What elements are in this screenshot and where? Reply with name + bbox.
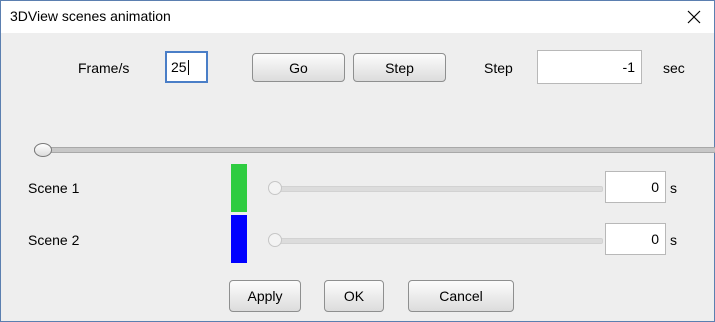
fps-value: 25: [171, 59, 187, 75]
apply-button[interactable]: Apply: [229, 280, 301, 312]
step-unit-label: sec: [663, 60, 685, 76]
scene-2-unit-label: s: [670, 232, 677, 248]
text-caret: [187, 59, 189, 75]
scene-2-label: Scene 2: [28, 232, 80, 248]
close-icon: [687, 10, 701, 24]
scene-1-unit-label: s: [670, 180, 677, 196]
go-button[interactable]: Go: [252, 53, 345, 82]
apply-button-label: Apply: [247, 288, 283, 304]
scene-2-time-input[interactable]: 0: [605, 223, 666, 255]
dialog-content: Frame/s 25 Go Step Step -1 sec Scene 1 0…: [1, 33, 715, 321]
dialog-window: 3DView scenes animation Frame/s 25 Go St…: [0, 0, 715, 322]
title-bar: 3DView scenes animation: [1, 1, 714, 33]
scene-1-label: Scene 1: [28, 180, 80, 196]
fps-input[interactable]: 25: [165, 51, 208, 83]
cancel-button[interactable]: Cancel: [408, 280, 514, 312]
timeline-slider-thumb[interactable]: [34, 143, 52, 157]
scene-1-slider-track[interactable]: [273, 186, 603, 192]
cancel-button-label: Cancel: [439, 288, 483, 304]
ok-button[interactable]: OK: [324, 280, 384, 312]
close-button[interactable]: [680, 3, 708, 31]
step-label: Step: [484, 60, 513, 76]
step-input[interactable]: -1: [537, 50, 642, 84]
scene-2-slider-track[interactable]: [273, 238, 603, 244]
fps-label: Frame/s: [78, 60, 130, 76]
step-button-label: Step: [385, 59, 414, 76]
go-button-label: Go: [289, 59, 308, 76]
scene-1-time-input[interactable]: 0: [605, 171, 666, 203]
step-value: -1: [622, 59, 635, 75]
scene-1-slider-thumb[interactable]: [268, 181, 282, 195]
scene-2-color-swatch: [231, 215, 247, 263]
step-button[interactable]: Step: [353, 53, 446, 82]
scene-1-time-value: 0: [651, 179, 659, 195]
scene-2-time-value: 0: [651, 231, 659, 247]
dialog-title: 3DView scenes animation: [10, 8, 171, 24]
timeline-slider-track[interactable]: [34, 147, 715, 153]
scene-1-color-swatch: [231, 164, 247, 212]
ok-button-label: OK: [343, 288, 365, 304]
scene-2-slider-thumb[interactable]: [268, 233, 282, 247]
